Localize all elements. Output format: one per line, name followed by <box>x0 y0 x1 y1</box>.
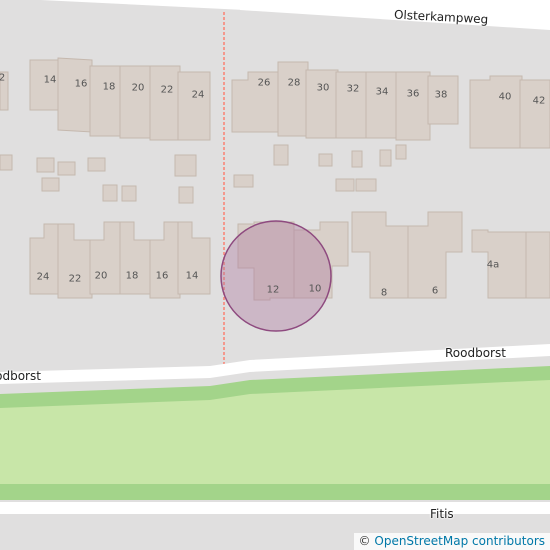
house-number: 2 <box>0 72 6 84</box>
house-number: 32 <box>346 83 360 95</box>
house-number: 36 <box>406 88 420 100</box>
map-view[interactable]: Olsterkampweg Roodborst Roodborst Fitis … <box>0 0 550 550</box>
buildings-row1-left <box>0 57 211 141</box>
house-number: 16 <box>155 270 169 282</box>
house-number: 28 <box>287 77 301 89</box>
house-number: 8 <box>380 287 388 299</box>
house-number: 34 <box>375 86 389 98</box>
house-number: 30 <box>316 82 330 94</box>
house-number: 26 <box>257 77 271 89</box>
road-fitis <box>0 502 550 514</box>
copyright-symbol: © <box>358 534 371 548</box>
house-number: 12 <box>266 284 280 296</box>
house-number: 40 <box>498 91 512 103</box>
attribution: © OpenStreetMap contributors <box>353 533 550 550</box>
house-number: 18 <box>102 81 116 93</box>
house-number: 24 <box>191 89 205 101</box>
house-number: 10 <box>308 283 322 295</box>
street-label-roodborst-right: Roodborst <box>445 346 506 360</box>
house-number: 42 <box>532 95 546 107</box>
street-label-roodborst-left: Roodborst <box>0 369 41 383</box>
house-number: 18 <box>125 270 139 282</box>
house-number: 4a <box>486 259 500 271</box>
house-number: 20 <box>94 270 108 282</box>
house-number: 20 <box>131 82 145 94</box>
house-number: 38 <box>434 89 448 101</box>
buildings-row2-left <box>29 221 211 299</box>
house-number: 16 <box>74 78 88 90</box>
house-number: 6 <box>431 285 439 297</box>
street-label-fitis: Fitis <box>430 507 454 521</box>
house-number: 24 <box>36 271 50 283</box>
house-number: 14 <box>185 270 199 282</box>
buildings-row1-right <box>231 61 550 149</box>
house-number: 22 <box>68 273 82 285</box>
osm-attribution-link[interactable]: OpenStreetMap contributors <box>374 534 545 548</box>
house-number: 22 <box>160 84 174 96</box>
outbuildings <box>0 144 407 204</box>
location-marker[interactable] <box>220 220 332 332</box>
house-number: 14 <box>43 74 57 86</box>
